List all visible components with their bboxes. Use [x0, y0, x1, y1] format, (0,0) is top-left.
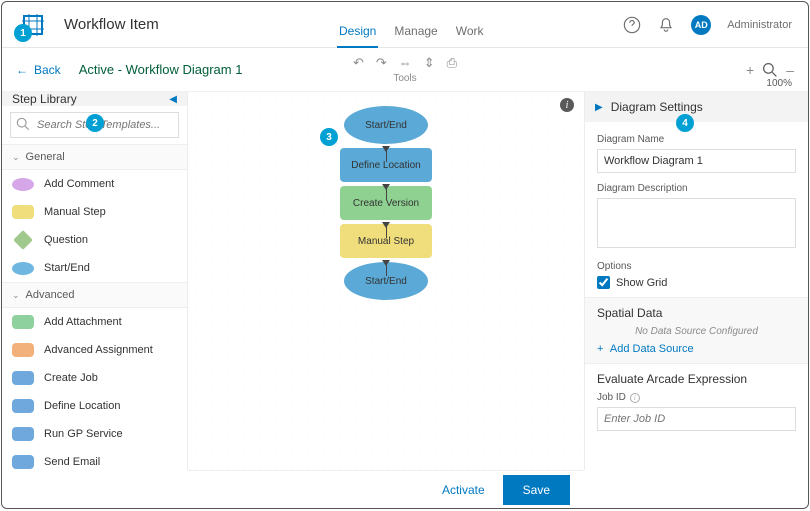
add-data-source-link[interactable]: + Add Data Source — [597, 343, 796, 355]
magnifier-icon[interactable] — [762, 62, 778, 78]
step-shape-icon — [12, 455, 34, 469]
diagram-desc-input[interactable] — [597, 198, 796, 248]
sub-bar: ← Back Active - Workflow Diagram 1 ↶ ↷ ⇔… — [2, 48, 808, 92]
job-id-input[interactable] — [597, 407, 796, 431]
search-icon — [16, 117, 30, 131]
flow-node-0[interactable]: Start/End — [344, 106, 428, 144]
step-label: Start/End — [44, 262, 90, 274]
print-icon[interactable]: ⎙ — [447, 55, 457, 71]
help-icon[interactable] — [623, 16, 641, 34]
callout-2: 2 — [86, 114, 104, 132]
zoom-out-icon[interactable]: – — [786, 62, 794, 78]
canvas[interactable]: i Start/EndDefine LocationCreate Version… — [188, 92, 584, 470]
info-icon[interactable]: i — [560, 98, 574, 112]
user-name: Administrator — [727, 19, 792, 31]
step-shape-icon — [12, 262, 34, 275]
step-template-start/end[interactable]: Start/End — [2, 254, 187, 282]
callout-4: 4 — [676, 114, 694, 132]
zoom-in-icon[interactable]: + — [746, 62, 754, 78]
callout-3: 3 — [320, 128, 338, 146]
step-shape-icon — [12, 343, 34, 357]
step-shape-icon — [12, 427, 34, 441]
user-avatar[interactable]: AD — [691, 15, 711, 35]
arcade-title: Evaluate Arcade Expression — [597, 372, 796, 386]
diagram-settings-header: ▶ Diagram Settings — [585, 92, 808, 122]
tab-design[interactable]: Design — [337, 24, 378, 48]
top-bar: Workflow Item Design Manage Work AD Admini… — [2, 2, 808, 48]
options-label: Options — [597, 261, 796, 272]
step-label: Manual Step — [44, 206, 106, 218]
undo-icon[interactable]: ↶ — [353, 55, 364, 71]
step-label: Advanced Assignment — [44, 344, 153, 356]
job-id-label-row: Job ID i — [597, 392, 796, 403]
zoom-percent: 100% — [766, 78, 792, 89]
step-shape-icon — [12, 371, 34, 385]
left-panel: Step Library ◀ ⌄General Add Comment Manual… — [2, 92, 188, 470]
step-label: Create Job — [44, 372, 98, 384]
fit-icon[interactable]: ⇔ — [399, 55, 412, 71]
no-data-text: No Data Source Configured — [597, 326, 796, 337]
step-template-run-gp-service[interactable]: Run GP Service — [2, 420, 187, 448]
step-template-advanced-assignment[interactable]: Advanced Assignment — [2, 336, 187, 364]
save-button[interactable]: Save — [503, 475, 570, 505]
step-template-send-email[interactable]: Send Email — [2, 448, 187, 470]
step-shape-icon — [12, 315, 34, 329]
chevron-down-icon: ⌄ — [12, 290, 20, 301]
step-label: Question — [44, 234, 88, 246]
activate-button[interactable]: Activate — [442, 483, 485, 497]
step-shape-icon — [12, 178, 34, 191]
diagram-desc-label: Diagram Description — [597, 183, 796, 194]
step-template-add-comment[interactable]: Add Comment — [2, 170, 187, 198]
back-label: Back — [34, 63, 61, 77]
show-grid-input[interactable] — [597, 276, 610, 289]
chevron-down-icon: ⌄ — [12, 152, 20, 163]
step-template-manual-step[interactable]: Manual Step — [2, 198, 187, 226]
top-tabs: Design Manage Work — [337, 2, 486, 48]
layout-icon[interactable]: ⇕ — [424, 55, 435, 71]
callout-1: 1 — [14, 24, 32, 42]
canvas-footer: Activate Save — [188, 470, 584, 508]
step-template-define-location[interactable]: Define Location — [2, 392, 187, 420]
tools-label: Tools — [393, 73, 416, 84]
step-library-title: Step Library — [12, 92, 77, 106]
back-arrow-icon: ← — [16, 63, 28, 77]
step-shape-icon — [12, 205, 34, 219]
step-label: Define Location — [44, 400, 120, 412]
group-head-advanced[interactable]: ⌄Advanced — [2, 282, 187, 308]
bell-icon[interactable] — [657, 16, 675, 34]
group-head-general[interactable]: ⌄General — [2, 144, 187, 170]
right-panel: ▶ Diagram Settings Diagram Name Diagram … — [584, 92, 808, 470]
step-template-question[interactable]: Question — [2, 226, 187, 254]
zoom-controls: + – 100% — [746, 62, 794, 78]
collapse-right-icon[interactable]: ▶ — [595, 102, 603, 113]
show-grid-label: Show Grid — [616, 277, 667, 289]
diagram-name-input[interactable] — [597, 149, 796, 173]
step-label: Add Attachment — [44, 316, 122, 328]
step-shape-icon — [12, 399, 34, 413]
show-grid-checkbox[interactable]: Show Grid — [597, 276, 796, 289]
step-shape-icon — [13, 230, 33, 250]
collapse-left-icon[interactable]: ◀ — [169, 94, 177, 105]
step-template-add-attachment[interactable]: Add Attachment — [2, 308, 187, 336]
plus-icon: + — [597, 343, 603, 355]
step-label: Add Comment — [44, 178, 114, 190]
job-id-info-icon[interactable]: i — [630, 393, 640, 403]
breadcrumb: Active - Workflow Diagram 1 — [79, 62, 243, 77]
diagram-name-label: Diagram Name — [597, 134, 796, 145]
step-label: Run GP Service — [44, 428, 123, 440]
redo-icon[interactable]: ↷ — [376, 55, 387, 71]
page-title: Workflow Item — [64, 16, 159, 33]
workflow-diagram: Start/EndDefine LocationCreate VersionMa… — [340, 106, 432, 300]
add-source-label: Add Data Source — [610, 343, 694, 355]
tab-manage[interactable]: Manage — [392, 24, 439, 48]
job-id-label: Job ID — [597, 392, 626, 403]
step-library-header: Step Library ◀ — [2, 92, 187, 106]
step-template-create-job[interactable]: Create Job — [2, 364, 187, 392]
tab-work[interactable]: Work — [454, 24, 486, 48]
spatial-data-title: Spatial Data — [597, 306, 796, 320]
back-button[interactable]: ← Back — [16, 63, 61, 77]
step-label: Send Email — [44, 456, 100, 468]
diagram-settings-title: Diagram Settings — [611, 100, 703, 114]
tools-panel: ↶ ↷ ⇔ ⇕ ⎙ Tools — [353, 55, 457, 84]
